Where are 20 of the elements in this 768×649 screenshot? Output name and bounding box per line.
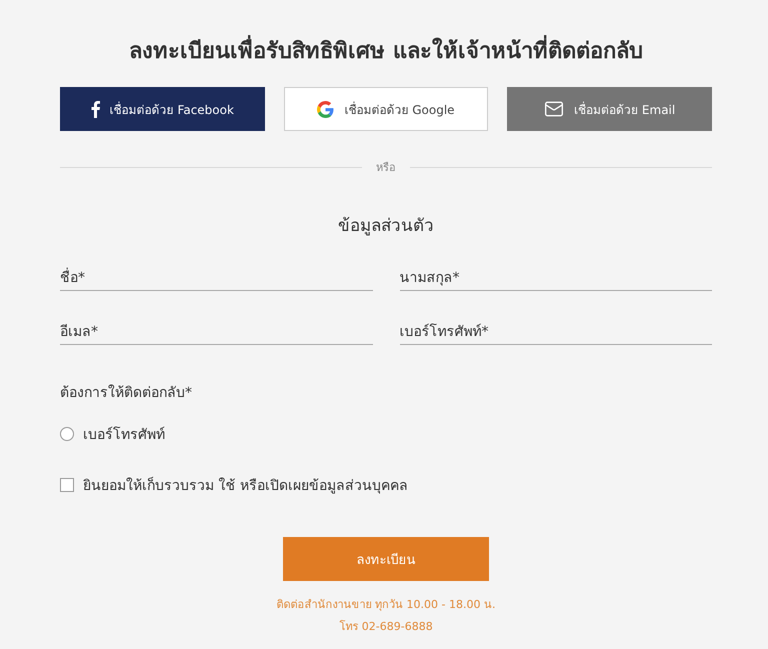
google-icon: [317, 100, 334, 118]
input-field[interactable]: อีเมล*: [60, 319, 372, 345]
section-title: ข้อมูลส่วนตัว: [337, 215, 435, 238]
social-login-button[interactable]: เชื่อมต่อด้วย Google: [284, 87, 488, 131]
checkbox[interactable]: [60, 478, 74, 492]
checkbox-label: ยินยอมให้เก็บรวบรวม ใช้ หรือเปิดเผยข้อมูลส่วนบุคคล: [83, 476, 408, 496]
input-field[interactable]: เบอร์โทรศัพท์*: [400, 319, 712, 345]
input-field[interactable]: ชื่อ*: [60, 265, 372, 291]
contact-text: โทร 02-689-6888: [339, 619, 433, 635]
field-label: ต้องการให้ติดต่อกลับ*: [60, 384, 193, 403]
page-heading: ลงทะเบียนเพื่อรับสิทธิพิเศษ และให้เจ้าหน้าที่ติดต่อกลับ: [60, 36, 712, 68]
mail-icon: [544, 99, 564, 119]
contact-text: ติดต่อสำนักงานขาย ทุกวัน 10.00 - 18.00 น.: [276, 597, 496, 613]
radio-label: เบอร์โทรศัพท์: [83, 426, 165, 445]
radio-button[interactable]: [60, 427, 74, 441]
divider-text: หรือ: [376, 160, 396, 176]
social-login-button[interactable]: เชื่อมต่อด้วย Facebook: [60, 87, 265, 131]
social-login-button[interactable]: เชื่อมต่อด้วย Email: [507, 87, 712, 131]
facebook-icon: [90, 100, 100, 118]
input-field[interactable]: นามสกุล*: [400, 265, 712, 291]
